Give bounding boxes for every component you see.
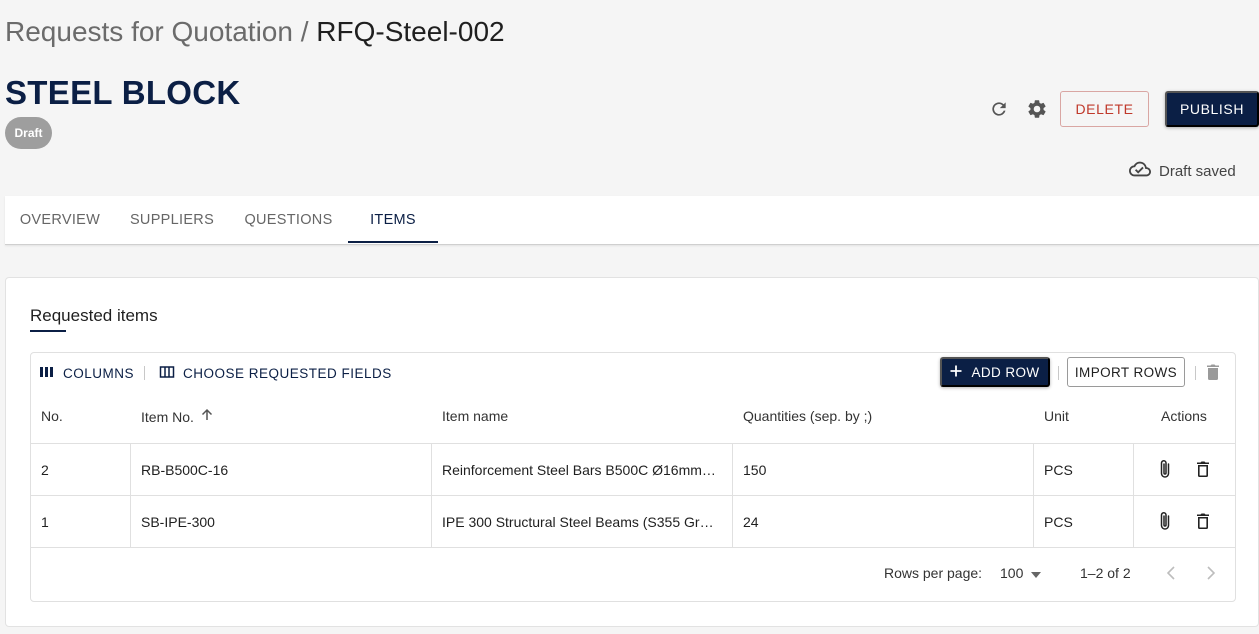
choose-requested-fields-button[interactable]: CHOOSE REQUESTED FIELDS [159, 363, 392, 383]
choose-fields-label: CHOOSE REQUESTED FIELDS [183, 365, 392, 381]
toolbar-separator [144, 366, 145, 380]
item-no-header-label: Item No. [141, 408, 194, 425]
delete-rows-icon[interactable] [1207, 364, 1219, 385]
cell-quantities[interactable]: 24 [743, 514, 1023, 530]
attachment-icon[interactable] [1155, 459, 1175, 479]
publish-button[interactable]: PUBLISH [1165, 91, 1259, 127]
caret-down-icon [1031, 565, 1042, 581]
toolbar-separator [1058, 366, 1059, 380]
breadcrumb-current: RFQ-Steel-002 [316, 16, 505, 47]
tab-questions[interactable]: QUESTIONS [229, 196, 348, 244]
cell-quantities[interactable]: 150 [743, 462, 1023, 478]
column-header-no[interactable]: No. [41, 408, 63, 424]
plus-icon [950, 365, 962, 380]
column-header-unit[interactable]: Unit [1044, 408, 1069, 424]
rows-per-page-select[interactable]: 100 [1000, 565, 1042, 581]
view-column-icon [39, 365, 55, 382]
cell-unit[interactable]: PCS [1044, 514, 1124, 530]
column-divider [1033, 443, 1034, 548]
gear-icon[interactable] [1025, 97, 1049, 121]
column-header-actions: Actions [1161, 408, 1207, 424]
columns-label: COLUMNS [63, 365, 135, 381]
cloud-done-icon [1129, 158, 1151, 184]
row-divider [31, 495, 1235, 496]
refresh-icon[interactable] [987, 97, 1011, 121]
tab-items[interactable]: ITEMS [348, 196, 438, 244]
previous-page-icon[interactable] [1161, 563, 1181, 583]
breadcrumb-parent-link[interactable]: Requests for Quotation [5, 16, 293, 47]
cell-unit[interactable]: PCS [1044, 462, 1124, 478]
row-divider [31, 547, 1235, 548]
attachment-icon[interactable] [1155, 511, 1175, 531]
cell-item-no[interactable]: RB-B500C-16 [141, 462, 421, 478]
delete-button[interactable]: DELETE [1060, 91, 1149, 127]
tab-overview[interactable]: OVERVIEW [5, 196, 115, 244]
column-header-quantities[interactable]: Quantities (sep. by ;) [743, 408, 872, 424]
cell-item-no[interactable]: SB-IPE-300 [141, 514, 421, 530]
column-header-item-name[interactable]: Item name [442, 408, 508, 424]
tab-bar: OVERVIEW SUPPLIERS QUESTIONS ITEMS [5, 196, 1259, 245]
items-grid: COLUMNS CHOOSE REQUESTED FIELDS ADD ROW … [30, 352, 1236, 602]
requested-items-card: Requested items COLUMNS CHOOSE REQUESTED… [5, 277, 1259, 627]
breadcrumb-separator: / [292, 16, 317, 47]
add-row-label: ADD ROW [971, 364, 1040, 380]
add-row-button[interactable]: ADD ROW [940, 357, 1050, 387]
delete-row-icon[interactable] [1193, 511, 1213, 531]
pagination-range: 1–2 of 2 [1080, 565, 1131, 581]
row-divider [31, 443, 1235, 444]
delete-row-icon[interactable] [1193, 459, 1213, 479]
toolbar-separator [1195, 366, 1196, 380]
draft-saved-status: Draft saved [1129, 158, 1236, 184]
status-badge: Draft [5, 117, 52, 149]
column-divider [431, 443, 432, 548]
draft-saved-label: Draft saved [1159, 162, 1236, 180]
breadcrumb: Requests for Quotation / RFQ-Steel-002 [5, 16, 505, 48]
columns-button[interactable]: COLUMNS [39, 363, 134, 383]
next-page-icon[interactable] [1201, 563, 1221, 583]
import-rows-button[interactable]: IMPORT ROWS [1067, 357, 1185, 387]
cell-item-name[interactable]: Reinforcement Steel Bars B500C Ø16mm… [442, 462, 727, 478]
column-divider [130, 443, 131, 548]
rows-per-page-label: Rows per page: [884, 565, 983, 581]
sort-ascending-icon[interactable] [200, 408, 214, 425]
column-header-item-no[interactable]: Item No. [141, 408, 214, 425]
page-title: STEEL BLOCK [5, 74, 241, 111]
cell-no[interactable]: 1 [41, 514, 121, 530]
card-title: Requested items [30, 306, 158, 325]
rows-per-page-value: 100 [1000, 565, 1024, 581]
cell-item-name[interactable]: IPE 300 Structural Steel Beams (S355 Gr… [442, 514, 727, 530]
cell-no[interactable]: 2 [41, 462, 121, 478]
table-columns-icon [159, 365, 175, 382]
column-divider [732, 443, 733, 548]
card-title-underline [30, 330, 66, 332]
column-divider [1133, 443, 1134, 548]
active-tab-indicator [348, 241, 438, 243]
tab-suppliers[interactable]: SUPPLIERS [115, 196, 229, 244]
